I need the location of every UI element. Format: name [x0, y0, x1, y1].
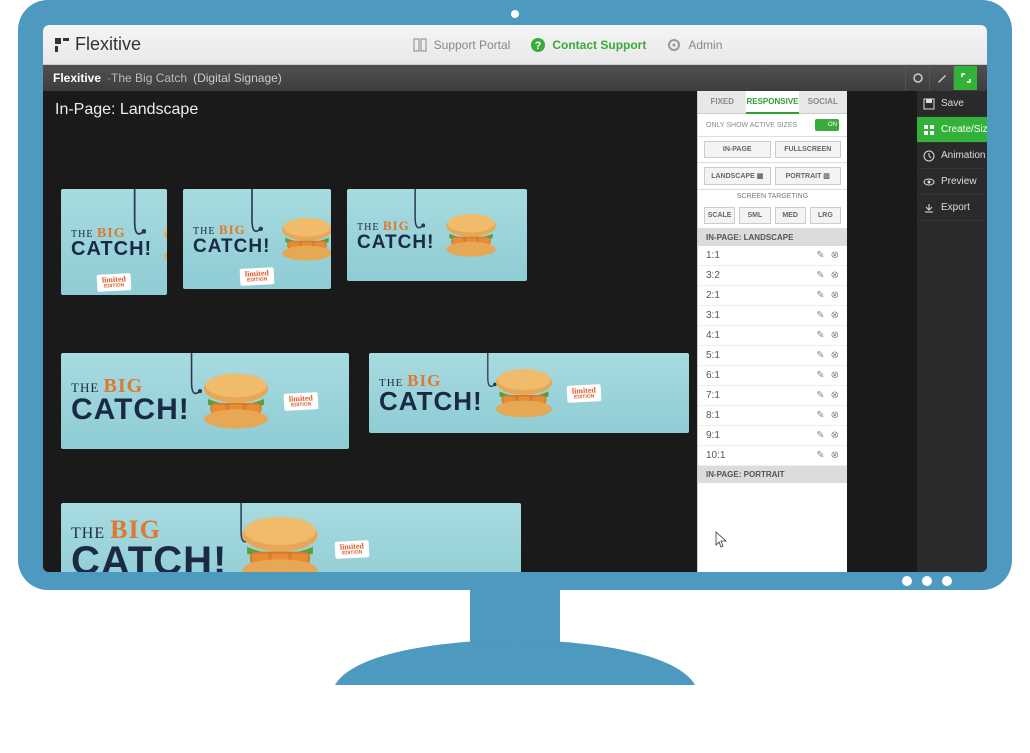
export-icon: [923, 202, 935, 214]
ad-preview[interactable]: 3:2 ✕ THE BIG CATCH! limitedEDITION: [183, 189, 331, 289]
monitor-dots: [902, 576, 952, 586]
rail-preview[interactable]: Preview: [917, 169, 987, 195]
contact-support-link[interactable]: ? Contact Support: [530, 37, 646, 53]
brand-logo[interactable]: Flexitive: [55, 34, 141, 55]
size-row[interactable]: 3:2 ✎ ⊗: [698, 266, 847, 286]
pencil-icon[interactable]: ✎: [816, 310, 824, 321]
sml-button[interactable]: SML: [739, 207, 770, 224]
size-row[interactable]: 7:1 ✎ ⊗: [698, 386, 847, 406]
panel-section-portrait: IN-PAGE: PORTRAIT: [698, 466, 847, 483]
question-icon: ?: [530, 37, 546, 53]
size-row[interactable]: 8:1 ✎ ⊗: [698, 406, 847, 426]
brand-name: Flexitive: [75, 34, 141, 55]
size-row[interactable]: 2:1 ✎ ⊗: [698, 286, 847, 306]
ad-preview[interactable]: 2:1 ✕ THE BIG CATCH!: [347, 189, 527, 281]
size-row[interactable]: 6:1 ✎ ⊗: [698, 366, 847, 386]
close-icon[interactable]: ⊗: [831, 430, 839, 441]
settings-button[interactable]: [905, 66, 929, 90]
logo-icon: [55, 38, 69, 52]
tab-responsive[interactable]: RESPONSIVE: [746, 91, 798, 114]
grid-icon: [923, 124, 935, 136]
ad-preview[interactable]: 4:1 ✕ THE BIG CATCH! limitedEDITION: [369, 353, 689, 433]
close-icon[interactable]: ⊗: [831, 310, 839, 321]
top-bar: Flexitive Support Portal ? Contact Suppo…: [43, 25, 987, 65]
size-row[interactable]: 9:1 ✎ ⊗: [698, 426, 847, 446]
pencil-icon[interactable]: ✎: [816, 350, 824, 361]
canvas-area: In-Page: Landscape FIXED RESPONSIVE SOCI…: [43, 91, 917, 572]
portrait-button[interactable]: PORTRAIT ▥: [775, 167, 842, 185]
close-icon[interactable]: ⊗: [831, 270, 839, 281]
admin-link[interactable]: Admin: [666, 37, 722, 53]
expand-button[interactable]: [953, 66, 977, 90]
lrg-button[interactable]: LRG: [810, 207, 841, 224]
size-row[interactable]: 3:1 ✎ ⊗: [698, 306, 847, 326]
landscape-button[interactable]: LANDSCAPE ▦: [704, 167, 771, 185]
panel-section-landscape: IN-PAGE: LANDSCAPE: [698, 229, 847, 246]
pencil-icon[interactable]: ✎: [816, 390, 824, 401]
monitor-led: [511, 10, 519, 18]
pencil-icon[interactable]: ✎: [816, 370, 824, 381]
crumb-app: Flexitive: [53, 71, 101, 85]
close-icon[interactable]: ⊗: [831, 450, 839, 461]
tab-social[interactable]: SOCIAL: [799, 91, 848, 114]
close-icon[interactable]: ⊗: [831, 390, 839, 401]
admin-label: Admin: [688, 38, 722, 52]
rail-animation[interactable]: Animation: [917, 143, 987, 169]
med-button[interactable]: MED: [775, 207, 806, 224]
close-icon[interactable]: ⊗: [831, 410, 839, 421]
ad-preview[interactable]: 5:1 ✕ THE BIG CATCH! limitedEDITION: [61, 503, 521, 572]
pencil-icon[interactable]: ✎: [816, 410, 824, 421]
crumb-context: (Digital Signage): [193, 71, 282, 85]
screen-targeting-label: SCREEN TARGETING: [698, 190, 847, 203]
support-portal-label: Support Portal: [434, 38, 511, 52]
pencil-icon[interactable]: ✎: [816, 270, 824, 281]
contact-support-label: Contact Support: [552, 38, 646, 52]
size-row[interactable]: 10:1 ✎ ⊗: [698, 446, 847, 466]
cursor-icon: [715, 531, 729, 549]
clock-icon: [923, 150, 935, 162]
size-row[interactable]: 5:1 ✎ ⊗: [698, 346, 847, 366]
crumb-project: The Big Catch: [111, 71, 187, 85]
right-rail: Save Create/Sizes Animation Preview: [917, 91, 987, 572]
edit-button[interactable]: [929, 66, 953, 90]
pencil-icon[interactable]: ✎: [816, 290, 824, 301]
tab-fixed[interactable]: FIXED: [698, 91, 746, 114]
close-icon[interactable]: ⊗: [831, 250, 839, 261]
size-row[interactable]: 4:1 ✎ ⊗: [698, 326, 847, 346]
close-icon[interactable]: ⊗: [831, 370, 839, 381]
pencil-icon[interactable]: ✎: [816, 250, 824, 261]
save-icon: [923, 98, 935, 110]
close-icon[interactable]: ⊗: [831, 350, 839, 361]
breadcrumb: Flexitive - The Big Catch (Digital Signa…: [43, 65, 987, 91]
rail-save[interactable]: Save: [917, 91, 987, 117]
pencil-icon[interactable]: ✎: [816, 330, 824, 341]
book-icon: [412, 37, 428, 53]
close-icon[interactable]: ⊗: [831, 330, 839, 341]
size-row[interactable]: 1:1 ✎ ⊗: [698, 246, 847, 266]
sizes-panel: FIXED RESPONSIVE SOCIAL ONLY SHOW ACTIVE…: [697, 91, 847, 572]
eye-icon: [923, 176, 935, 188]
close-icon[interactable]: ⊗: [831, 290, 839, 301]
monitor-base: [335, 640, 695, 685]
ad-preview[interactable]: 3:1 ✕ THE BIG CATCH! limitedEDITION: [61, 353, 349, 449]
ad-preview[interactable]: 1:1 ✕ THE BIG CATCH! limitedEDITION: [61, 189, 167, 295]
rail-create-sizes[interactable]: Create/Sizes: [917, 117, 987, 143]
rail-export[interactable]: Export: [917, 195, 987, 221]
pencil-icon[interactable]: ✎: [816, 450, 824, 461]
pencil-icon[interactable]: ✎: [816, 430, 824, 441]
support-portal-link[interactable]: Support Portal: [412, 37, 511, 53]
scale-button[interactable]: SCALE: [704, 207, 735, 224]
gear-icon: [666, 37, 682, 53]
svg-text:?: ?: [535, 40, 542, 52]
